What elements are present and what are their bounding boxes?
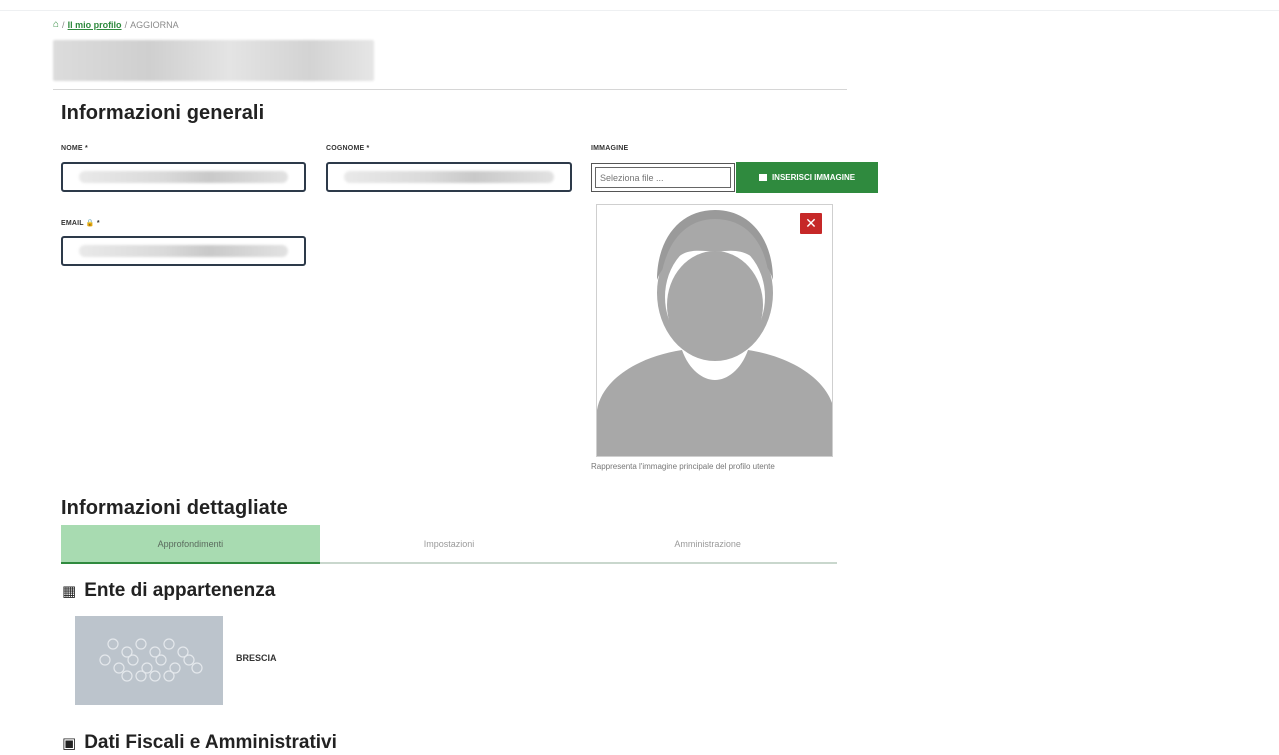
breadcrumb-current: AGGIORNA [130,19,179,30]
fiscal-heading: ▣ Dati Fiscali e Amministrativi [62,732,337,753]
remove-image-button[interactable]: ✕ [800,213,822,234]
cognome-field[interactable] [326,162,572,192]
immagine-label: IMMAGINE [591,145,629,152]
nome-label: NOME * [61,145,88,152]
tab-amministrazione[interactable]: Amministrazione [578,525,837,562]
ente-name: BRESCIA [236,653,277,663]
lock-icon: 🔒 [85,220,95,227]
breadcrumb-separator: / [124,19,128,30]
image-caption: Rappresenta l'immagine principale del pr… [591,462,775,471]
ente-heading: ▦ Ente di appartenenza [62,580,276,601]
file-select-input[interactable] [595,167,731,188]
default-avatar-icon [597,210,832,456]
top-divider [0,10,1279,11]
breadcrumb-link-profile[interactable]: Il mio profilo [68,20,122,30]
briefcase-icon: ▣ [62,735,77,752]
email-label: EMAIL 🔒 * [61,220,100,227]
ente-logo-image [75,616,223,705]
insert-image-button[interactable]: INSERISCI IMMAGINE [736,162,878,193]
cognome-label: COGNOME * [326,145,370,152]
insert-image-label: INSERISCI IMMAGINE [771,173,856,182]
breadcrumb-separator: / [62,19,65,30]
breadcrumb: ⌂ / Il mio profilo / AGGIORNA [53,19,179,30]
file-select-box[interactable] [591,163,735,192]
nome-field[interactable] [61,162,306,192]
page-title-redacted [53,40,374,81]
home-icon[interactable]: ⌂ [53,19,59,30]
section-title-general: Informazioni generali [61,102,265,124]
tab-approfondimenti[interactable]: Approfondimenti [61,525,320,564]
header-divider [53,89,847,90]
image-icon [758,174,767,181]
tab-impostazioni[interactable]: Impostazioni [320,525,579,562]
section-title-detailed: Informazioni dettagliate [61,497,288,519]
email-field[interactable] [61,236,306,266]
detail-tabs: Approfondimenti Impostazioni Amministraz… [61,525,837,564]
profile-image-preview [596,204,833,457]
store-icon: ▦ [62,583,77,600]
